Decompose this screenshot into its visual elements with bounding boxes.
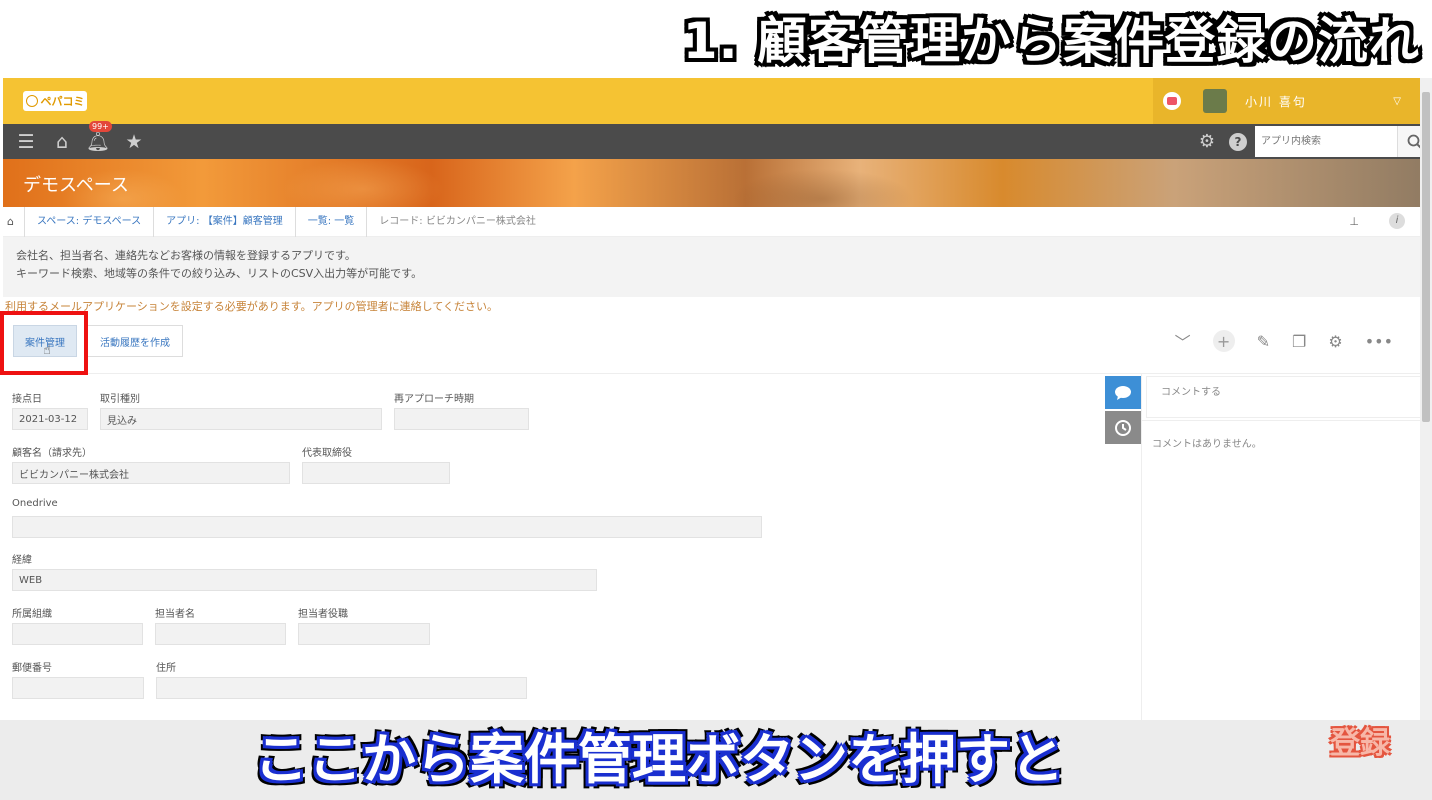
field-person-title[interactable] xyxy=(298,623,430,645)
logo-face-icon xyxy=(25,95,38,107)
comment-input[interactable]: コメントする xyxy=(1146,376,1427,418)
logo-text: ペパコミ xyxy=(40,95,85,108)
field-label-deal-type: 取引種別 xyxy=(100,394,140,405)
field-label-postal: 郵便番号 xyxy=(12,663,52,674)
settings-gear-icon[interactable]: ⚙ xyxy=(1199,131,1215,152)
info-icon[interactable]: i xyxy=(1389,213,1405,229)
field-label-person: 担当者名 xyxy=(155,609,195,620)
favorite-star-icon[interactable]: ★ xyxy=(121,131,147,153)
space-title[interactable]: デモスペース xyxy=(23,171,129,197)
company-logo[interactable]: ペパコミ xyxy=(23,91,87,111)
field-address[interactable] xyxy=(156,677,527,699)
field-contact-date[interactable]: 2021-03-12 xyxy=(12,408,88,430)
breadcrumb-record: レコード: ビビカンパニー株式会社 xyxy=(366,206,548,237)
app-description: 会社名、担当者名、連絡先などお客様の情報を登録するアプリです。 キーワード検索、… xyxy=(3,237,1431,297)
channel-stamp: 登録 xyxy=(1330,726,1390,761)
hand-cursor-icon: ☝ xyxy=(43,343,51,358)
app-search xyxy=(1255,126,1431,157)
pin-icon[interactable]: ⊥ xyxy=(1349,215,1359,228)
more-options-icon[interactable]: ••• xyxy=(1365,332,1393,351)
comment-tab-icon[interactable] xyxy=(1105,376,1141,409)
field-postal[interactable] xyxy=(12,677,144,699)
global-header: ペパコミ 小川 喜句 ▽ xyxy=(3,78,1431,124)
field-representative[interactable] xyxy=(302,462,450,484)
user-name: 小川 喜句 xyxy=(1245,94,1307,109)
user-menu[interactable]: 小川 喜句 ▽ xyxy=(1153,78,1431,124)
chevron-down-icon[interactable]: ▽ xyxy=(1393,96,1401,107)
kintone-app-window: ペパコミ 小川 喜句 ▽ ☰ ⌂ 🔔︎ 99+ ★ ⚙ ? アプリ内検索 デモス… xyxy=(3,78,1431,720)
field-label-customer-name: 顧客名（請求先） xyxy=(12,448,92,459)
field-department[interactable] xyxy=(12,623,143,645)
field-label-department: 所属組織 xyxy=(12,609,52,620)
history-tab-icon[interactable] xyxy=(1105,411,1141,444)
field-deal-type[interactable]: 見込み xyxy=(100,408,382,430)
field-label-onedrive: Onedrive xyxy=(12,498,58,509)
record-action-bar: 案件管理 ☝ 活動履歴を作成 ﹀ + ✎ ❐ ⚙ ••• xyxy=(3,317,1431,374)
mail-warning: 利用するメールアプリケーションを設定する必要があります。アプリの管理者に連絡して… xyxy=(5,300,499,313)
field-label-representative: 代表取締役 xyxy=(302,448,352,459)
notification-bell-icon[interactable]: 🔔︎ 99+ xyxy=(85,121,112,153)
menu-icon[interactable]: ☰ xyxy=(13,131,39,153)
field-label-contact-date: 接点日 xyxy=(12,394,42,405)
description-line-1: 会社名、担当者名、連絡先などお客様の情報を登録するアプリです。 xyxy=(16,249,356,262)
edit-icon[interactable]: ✎ xyxy=(1257,332,1270,351)
global-toolbar: ☰ ⌂ 🔔︎ 99+ ★ ⚙ ? xyxy=(3,121,1431,159)
field-customer-name[interactable]: ビビカンパニー株式会社 xyxy=(12,462,290,484)
breadcrumb-app[interactable]: アプリ: 【案件】顧客管理 xyxy=(153,206,295,237)
breadcrumb-home-icon[interactable]: ⌂ xyxy=(7,215,14,228)
copy-icon[interactable]: ❐ xyxy=(1292,332,1306,351)
field-person[interactable] xyxy=(155,623,286,645)
field-source[interactable]: WEB xyxy=(12,569,597,591)
space-banner: デモスペース xyxy=(3,159,1431,207)
no-comments-text: コメントはありません。 xyxy=(1142,420,1431,464)
mail-icon[interactable] xyxy=(1163,92,1181,110)
field-onedrive[interactable] xyxy=(12,516,762,538)
description-line-2: キーワード検索、地域等の条件での絞り込み、リストのCSV入出力等が可能です。 xyxy=(16,267,423,280)
help-icon[interactable]: ? xyxy=(1229,132,1247,151)
scrollbar-thumb[interactable] xyxy=(1422,92,1430,422)
field-label-source: 経緯 xyxy=(12,555,32,566)
field-label-reapproach: 再アプローチ時期 xyxy=(394,394,474,405)
video-subtitle: ここから案件管理ボタンを押すと xyxy=(254,728,1064,791)
video-title-overlay: 1. 顧客管理から案件登録の流れ xyxy=(682,12,1420,70)
breadcrumb-view[interactable]: 一覧: 一覧 xyxy=(294,206,367,237)
breadcrumb: ⌂ スペース: デモスペース アプリ: 【案件】顧客管理 一覧: 一覧 レコード… xyxy=(3,206,1431,237)
page-scrollbar[interactable] xyxy=(1420,78,1432,720)
field-reapproach[interactable] xyxy=(394,408,529,430)
notification-badge: 99+ xyxy=(89,121,112,132)
search-input[interactable] xyxy=(1255,126,1397,157)
record-main: 接点日 2021-03-12 取引種別 見込み 再アプローチ時期 顧客名（請求先… xyxy=(3,374,1431,720)
comment-panel: コメントする コメントはありません。 xyxy=(1141,374,1431,720)
field-label-person-title: 担当者役職 xyxy=(298,609,348,620)
avatar xyxy=(1203,89,1227,113)
record-form: 接点日 2021-03-12 取引種別 見込み 再アプローチ時期 顧客名（請求先… xyxy=(3,374,1105,720)
breadcrumb-space[interactable]: スペース: デモスペース xyxy=(23,206,153,237)
chevron-down-icon[interactable]: ﹀ xyxy=(1175,329,1191,353)
record-settings-gear-icon[interactable]: ⚙ xyxy=(1328,332,1342,351)
side-panel-tabs xyxy=(1105,374,1141,720)
create-activity-button[interactable]: 活動履歴を作成 xyxy=(87,325,183,357)
field-label-address: 住所 xyxy=(156,663,176,674)
add-record-icon[interactable]: + xyxy=(1212,330,1235,352)
home-icon[interactable]: ⌂ xyxy=(49,131,75,153)
